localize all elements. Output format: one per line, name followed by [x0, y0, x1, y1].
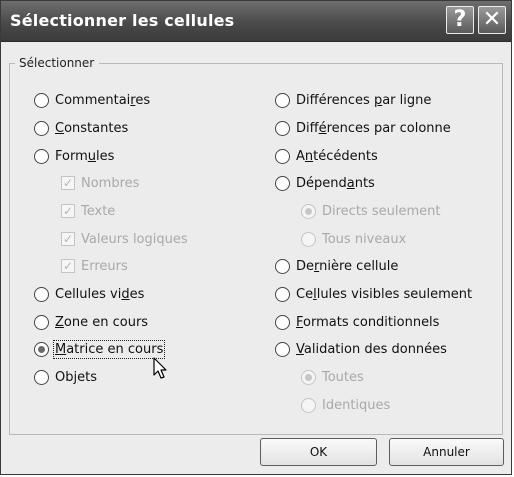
- option-label: Formats conditionnels: [296, 314, 440, 330]
- option-label: Tous niveaux: [322, 231, 407, 247]
- checkbox-label: Texte: [81, 203, 116, 219]
- checkmark-icon: ✓: [61, 176, 75, 190]
- checkmark-icon: ✓: [61, 259, 75, 273]
- option-label: Différences par ligne: [296, 92, 432, 108]
- radio-differences-ligne[interactable]: Différences par ligne: [275, 90, 431, 110]
- option-label: Dernière cellule: [296, 258, 399, 274]
- radio-directs-seulement[interactable]: Directs seulement: [301, 201, 440, 221]
- radio-circle-icon[interactable]: [275, 314, 290, 330]
- group-label: Sélectionner: [15, 56, 100, 70]
- radio-tous-niveaux[interactable]: Tous niveaux: [301, 229, 406, 249]
- radio-dependants[interactable]: Dépendants: [275, 173, 375, 193]
- radio-cellules-vides[interactable]: Cellules vides: [34, 284, 144, 304]
- radio-matrice-en-cours[interactable]: Matrice en cours: [34, 339, 166, 359]
- help-button[interactable]: ?: [446, 6, 474, 34]
- radio-circle-icon[interactable]: [34, 92, 49, 108]
- radio-formules[interactable]: Formules: [34, 146, 114, 166]
- radio-selected-icon[interactable]: [301, 369, 316, 385]
- radio-circle-icon[interactable]: [34, 369, 49, 385]
- mouse-pointer-icon: [153, 357, 167, 379]
- option-label: Objets: [55, 369, 97, 385]
- title-bar[interactable]: Sélectionner les cellules ? ✕: [1, 1, 511, 42]
- radio-circle-icon[interactable]: [34, 286, 49, 302]
- radio-circle-icon[interactable]: [275, 258, 290, 274]
- close-button[interactable]: ✕: [478, 6, 506, 34]
- checkbox-nombres[interactable]: ✓ Nombres: [61, 173, 139, 193]
- checkbox-label: Nombres: [81, 175, 140, 191]
- radio-formats-conditionnels[interactable]: Formats conditionnels: [275, 312, 439, 332]
- radio-circle-icon[interactable]: [275, 120, 290, 136]
- close-x-icon: ✕: [482, 7, 502, 32]
- option-label: Cellules visibles seulement: [296, 286, 473, 302]
- option-label: Formules: [55, 148, 115, 164]
- option-label: Antécédents: [296, 148, 378, 164]
- radio-circle-icon[interactable]: [275, 92, 290, 108]
- radio-cellules-visibles[interactable]: Cellules visibles seulement: [275, 284, 472, 304]
- option-label: Toutes: [322, 369, 364, 385]
- option-label: Matrice en cours: [52, 339, 166, 359]
- option-label: Commentaires: [55, 92, 151, 108]
- radio-derniere-cellule[interactable]: Dernière cellule: [275, 256, 398, 276]
- checkmark-icon: ✓: [61, 204, 75, 218]
- option-label: Directs seulement: [322, 203, 441, 219]
- radio-selected-icon[interactable]: [301, 203, 316, 219]
- checkbox-texte[interactable]: ✓ Texte: [61, 201, 115, 221]
- option-label: Zone en cours: [55, 314, 149, 330]
- radio-circle-icon[interactable]: [275, 286, 290, 302]
- radio-objets[interactable]: Objets: [34, 367, 97, 387]
- radio-circle-icon[interactable]: [275, 175, 290, 191]
- radio-differences-colonne[interactable]: Différences par colonne: [275, 118, 451, 138]
- ok-button[interactable]: OK: [260, 438, 377, 466]
- radio-circle-icon[interactable]: [34, 148, 49, 164]
- radio-selected-icon[interactable]: [34, 341, 49, 357]
- radio-circle-icon[interactable]: [301, 397, 316, 413]
- question-mark-icon: ?: [453, 7, 467, 32]
- option-label: Constantes: [55, 120, 129, 136]
- option-label: Différences par colonne: [296, 120, 451, 136]
- radio-circle-icon[interactable]: [34, 314, 49, 330]
- checkbox-label: Valeurs logiques: [81, 231, 188, 247]
- checkbox-valeurs-logiques[interactable]: ✓ Valeurs logiques: [61, 229, 188, 249]
- radio-toutes[interactable]: Toutes: [301, 367, 364, 387]
- option-label: Validation des données: [296, 341, 447, 357]
- radio-circle-icon[interactable]: [301, 231, 316, 247]
- radio-commentaires[interactable]: Commentaires: [34, 90, 150, 110]
- checkmark-icon: ✓: [61, 232, 75, 246]
- dialog-title: Sélectionner les cellules: [10, 11, 235, 30]
- radio-validation-donnees[interactable]: Validation des données: [275, 339, 447, 359]
- option-label: Identiques: [322, 397, 391, 413]
- radio-antecedents[interactable]: Antécédents: [275, 146, 378, 166]
- radio-zone-en-cours[interactable]: Zone en cours: [34, 312, 148, 332]
- radio-circle-icon[interactable]: [34, 120, 49, 136]
- radio-circle-icon[interactable]: [275, 148, 290, 164]
- select-cells-dialog: Sélectionner les cellules ? ✕ Sélectionn…: [0, 0, 512, 475]
- checkbox-label: Erreurs: [81, 258, 128, 274]
- cancel-button[interactable]: Annuler: [389, 438, 504, 466]
- checkbox-erreurs[interactable]: ✓ Erreurs: [61, 256, 128, 276]
- option-label: Cellules vides: [55, 286, 145, 302]
- radio-constantes[interactable]: Constantes: [34, 118, 128, 138]
- radio-circle-icon[interactable]: [275, 341, 290, 357]
- radio-identiques[interactable]: Identiques: [301, 395, 390, 415]
- option-label: Dépendants: [296, 175, 375, 191]
